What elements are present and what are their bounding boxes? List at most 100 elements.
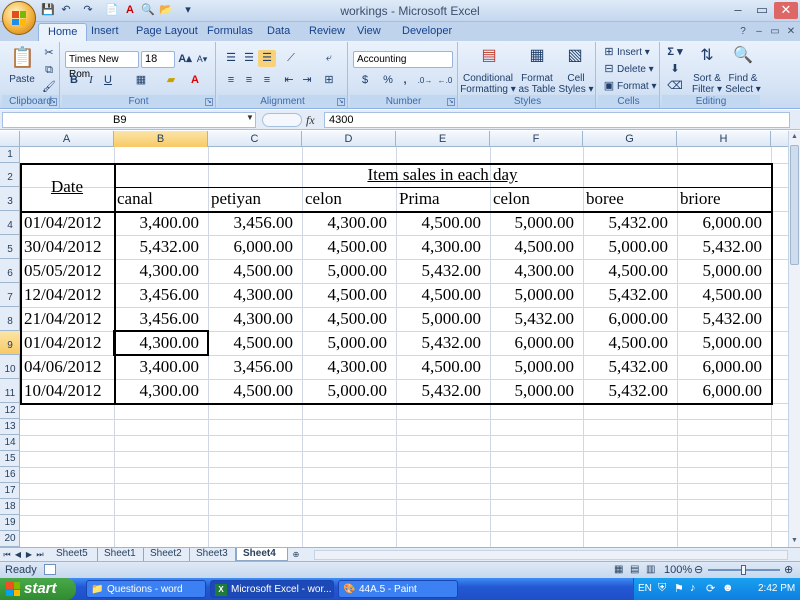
value-cell[interactable]: 3,456.00: [114, 308, 208, 330]
item-header-cell[interactable]: Prima: [396, 188, 490, 210]
office-button[interactable]: [2, 1, 36, 35]
value-cell[interactable]: 4,500.00: [302, 284, 396, 306]
column-header-e[interactable]: E: [396, 131, 490, 147]
number-launcher-icon[interactable]: ↘: [447, 98, 455, 106]
value-cell[interactable]: 6,000.00: [583, 308, 677, 330]
row-header-3[interactable]: 3: [0, 187, 20, 211]
select-all-corner[interactable]: [0, 131, 20, 147]
column-header-g[interactable]: G: [583, 131, 677, 147]
page-layout-view-icon[interactable]: ▤: [630, 564, 639, 575]
value-cell[interactable]: 4,300.00: [490, 260, 583, 282]
shrink-font-button[interactable]: A▾: [194, 51, 210, 68]
value-cell[interactable]: 4,300.00: [208, 308, 302, 330]
formula-bar-splitter[interactable]: [262, 113, 302, 127]
minimize-button[interactable]: –: [726, 2, 750, 19]
value-cell[interactable]: 3,456.00: [208, 212, 302, 234]
value-cell[interactable]: 5,432.00: [583, 212, 677, 234]
clipboard-launcher-icon[interactable]: ↘: [49, 98, 57, 106]
insert-cells-button[interactable]: Insert ▾: [616, 44, 658, 61]
insert-sheet-icon[interactable]: ⊕: [288, 549, 304, 561]
font-color-button-icon[interactable]: A: [186, 72, 204, 89]
value-cell[interactable]: 5,432.00: [114, 236, 208, 258]
column-header-b[interactable]: B: [114, 131, 208, 147]
value-cell[interactable]: 4,500.00: [490, 236, 583, 258]
sheet-tab-sheet3[interactable]: Sheet3: [190, 548, 236, 561]
value-cell[interactable]: 4,500.00: [208, 332, 302, 354]
sheet-tab-sheet4[interactable]: Sheet4: [236, 548, 288, 561]
format-cells-button[interactable]: Format ▾: [616, 78, 658, 95]
format-painter-icon[interactable]: 🖌: [40, 79, 58, 96]
value-cell[interactable]: 6,000.00: [677, 380, 771, 402]
scroll-thumb[interactable]: [790, 145, 799, 265]
value-cell[interactable]: 6,000.00: [677, 356, 771, 378]
font-name-select[interactable]: Times New Rom: [65, 51, 139, 80]
row-header-19[interactable]: 19: [0, 515, 20, 531]
find-select-icon[interactable]: 🔍: [732, 45, 754, 67]
formula-input[interactable]: 4300: [324, 112, 790, 128]
bold-button[interactable]: B: [66, 72, 82, 89]
value-cell[interactable]: 5,432.00: [396, 332, 490, 354]
row-header-2[interactable]: 2: [0, 163, 20, 187]
increase-decimal-icon[interactable]: .0→: [416, 72, 434, 89]
item-header-cell[interactable]: celon: [302, 188, 396, 210]
decrease-indent-icon[interactable]: ⇤: [280, 72, 298, 89]
paste-button[interactable]: Paste: [6, 74, 38, 85]
find-select-button[interactable]: Find & Select ▾: [724, 73, 762, 95]
redo-icon[interactable]: ↷: [80, 3, 96, 18]
conditional-formatting-icon[interactable]: ▤: [478, 45, 500, 67]
value-cell[interactable]: 4,500.00: [302, 308, 396, 330]
task-paint[interactable]: 🎨 44A.5 - Paint: [338, 580, 458, 598]
item-header-cell[interactable]: petiyan: [208, 188, 302, 210]
value-cell[interactable]: 4,500.00: [583, 332, 677, 354]
value-cell[interactable]: 5,000.00: [490, 284, 583, 306]
currency-button[interactable]: $: [354, 72, 376, 89]
row-header-9[interactable]: 9: [0, 331, 20, 355]
percent-button[interactable]: %: [380, 72, 396, 89]
align-center-icon[interactable]: ≡: [240, 72, 258, 89]
last-sheet-icon[interactable]: ⏭: [35, 549, 45, 561]
fill-icon[interactable]: ⬇: [666, 61, 684, 78]
first-sheet-icon[interactable]: ⏮: [2, 549, 12, 561]
tab-view[interactable]: View: [348, 23, 390, 41]
row-header-6[interactable]: 6: [0, 259, 20, 283]
value-cell[interactable]: 5,432.00: [396, 380, 490, 402]
row-header-13[interactable]: 13: [0, 419, 20, 435]
tab-home[interactable]: Home: [38, 23, 88, 41]
value-cell[interactable]: 5,000.00: [583, 236, 677, 258]
value-cell[interactable]: 4,500.00: [677, 284, 771, 306]
sheet-tab-sheet5[interactable]: Sheet5: [50, 548, 98, 561]
item-header-cell[interactable]: briore: [677, 188, 771, 210]
language-indicator[interactable]: EN: [638, 583, 652, 594]
value-cell[interactable]: 5,432.00: [677, 308, 771, 330]
font-size-select[interactable]: 18: [141, 51, 175, 68]
column-header-d[interactable]: D: [302, 131, 396, 147]
next-sheet-icon[interactable]: ▶: [24, 549, 34, 561]
customize-toolbar-icon[interactable]: ▾: [180, 3, 196, 18]
workbook-close-button[interactable]: ✕: [784, 25, 798, 39]
value-cell[interactable]: 5,000.00: [396, 308, 490, 330]
tray-icon-update[interactable]: ⟳: [706, 582, 715, 595]
task-questions-word[interactable]: 📁 Questions - word: [86, 580, 206, 598]
tray-icon-network[interactable]: ⚑: [674, 582, 684, 595]
font-color-icon[interactable]: A: [122, 3, 138, 18]
clear-icon[interactable]: ⌫: [666, 78, 684, 95]
row-header-11[interactable]: 11: [0, 379, 20, 403]
date-cell[interactable]: 04/06/2012: [20, 356, 114, 378]
column-header-c[interactable]: C: [208, 131, 302, 147]
value-cell[interactable]: 5,432.00: [583, 284, 677, 306]
cell-styles-icon[interactable]: ▧: [564, 45, 586, 67]
scroll-up-icon[interactable]: ▲: [789, 131, 800, 143]
help-icon[interactable]: ?: [736, 25, 750, 39]
sheet-tab-sheet2[interactable]: Sheet2: [144, 548, 190, 561]
insert-function-button[interactable]: fx: [306, 113, 320, 127]
value-cell[interactable]: 4,500.00: [208, 380, 302, 402]
row-header-4[interactable]: 4: [0, 211, 20, 235]
value-cell[interactable]: 4,500.00: [302, 236, 396, 258]
value-cell[interactable]: 4,500.00: [583, 260, 677, 282]
date-cell[interactable]: 05/05/2012: [20, 260, 114, 282]
row-header-10[interactable]: 10: [0, 355, 20, 379]
value-cell[interactable]: 5,000.00: [490, 380, 583, 402]
date-cell[interactable]: 21/04/2012: [20, 308, 114, 330]
increase-indent-icon[interactable]: ⇥: [298, 72, 316, 89]
align-top-icon[interactable]: ☰: [222, 50, 240, 67]
